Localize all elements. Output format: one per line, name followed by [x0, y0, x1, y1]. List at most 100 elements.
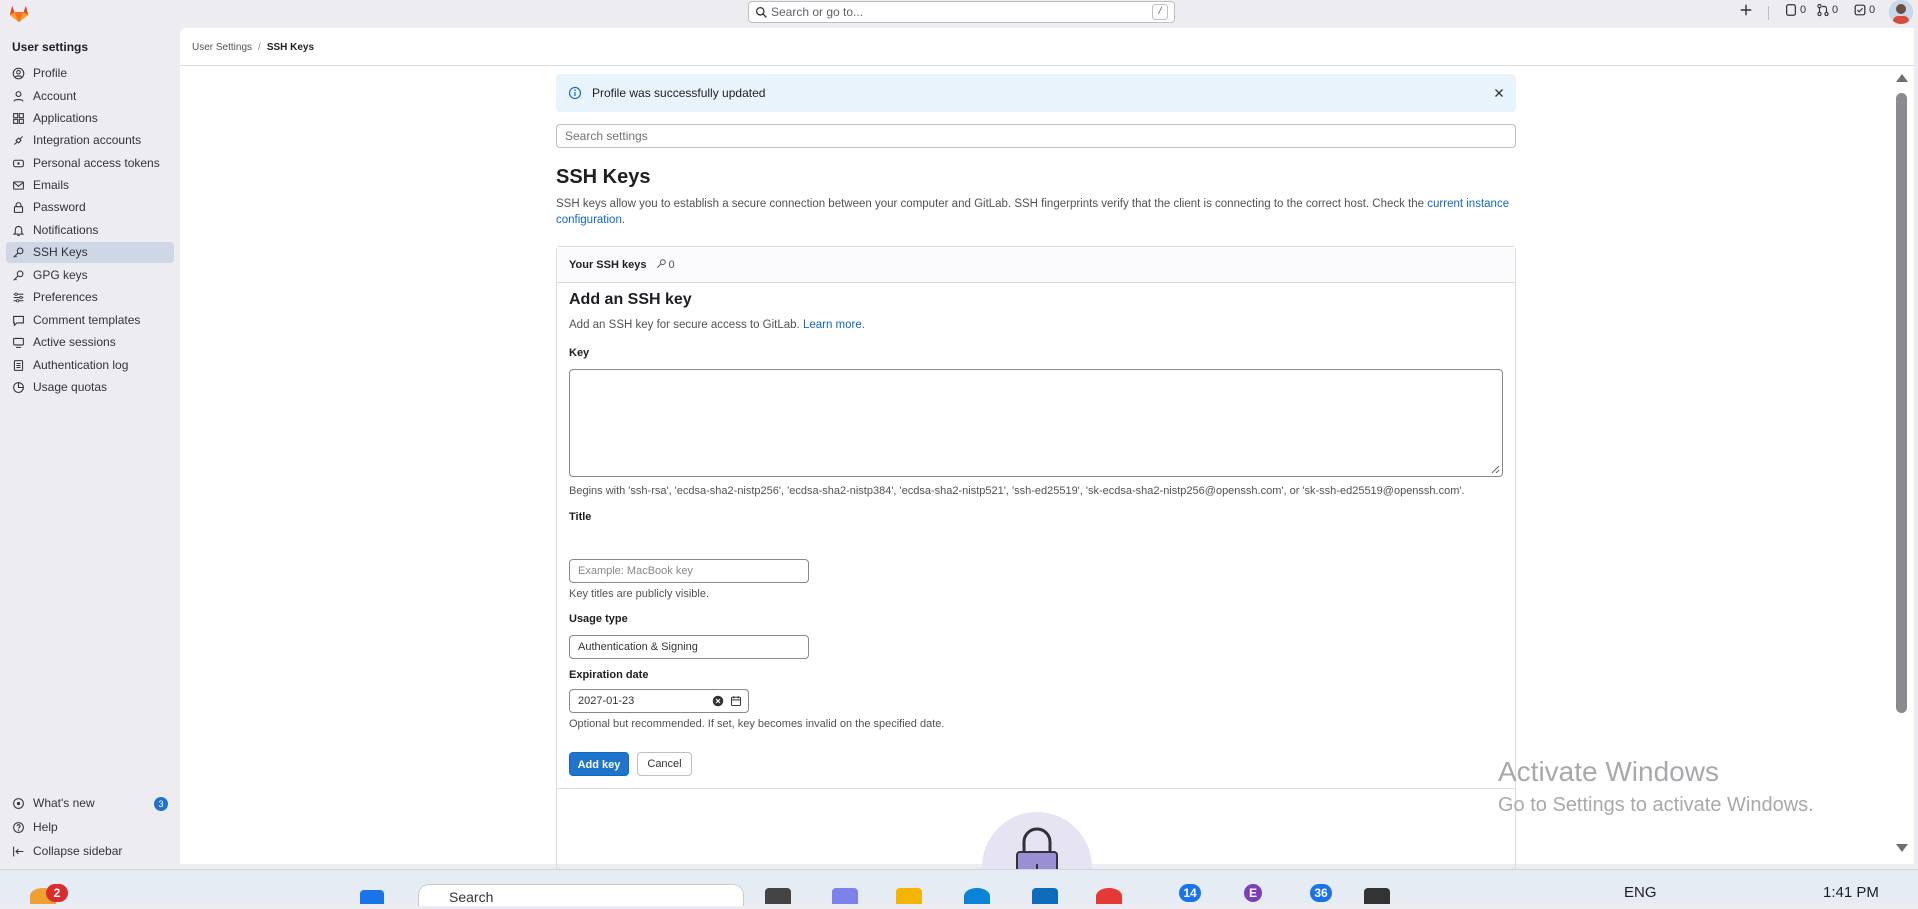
global-search-input[interactable]: Search or go to... / [748, 1, 1175, 23]
breadcrumb: User Settings / SSH Keys [192, 42, 314, 53]
ssh-keys-card: Your SSH keys 0 Add an SSH key Add an SS… [556, 246, 1516, 887]
help-icon [13, 822, 24, 833]
sidebar-item-label: Profile [33, 66, 68, 80]
info-icon [568, 86, 582, 100]
usage-type-label: Usage type [569, 613, 628, 625]
taskbar-badge-36: 36 [1310, 884, 1332, 902]
key-label: Key [569, 347, 590, 359]
collapse-icon [13, 846, 24, 857]
sidebar: User settings Profile Account Applicatio… [0, 28, 180, 864]
scrollbar-thumb[interactable] [1896, 93, 1907, 713]
usage-type-select[interactable]: Authentication & Signing [569, 635, 809, 659]
add-key-button[interactable]: Add key [569, 752, 629, 776]
page-description: SSH keys allow you to establish a secure… [556, 196, 1516, 228]
token-icon [13, 159, 24, 168]
gitlab-logo-icon[interactable] [8, 2, 30, 24]
sidebar-item-usage-quotas[interactable]: Usage quotas [6, 377, 174, 398]
scroll-up-arrow[interactable] [1896, 74, 1908, 82]
merge-request-icon [1817, 3, 1829, 17]
quota-icon [13, 382, 24, 393]
app-icon-1[interactable] [765, 888, 791, 904]
windows-start-icon[interactable] [360, 890, 384, 904]
user-avatar[interactable] [1889, 0, 1913, 24]
sidebar-item-label: Preferences [33, 290, 98, 304]
title-label: Title [569, 511, 592, 523]
sidebar-item-gpg-keys[interactable]: GPG keys [6, 265, 174, 286]
resize-grip-icon[interactable] [1491, 465, 1500, 474]
expiration-date-input[interactable]: 2027-01-23 [569, 689, 749, 713]
sidebar-item-label: Integration accounts [33, 133, 142, 147]
avatar-image-icon [1889, 0, 1913, 24]
expiration-date-value: 2027-01-23 [578, 695, 635, 707]
sidebar-item-preferences[interactable]: Preferences [6, 287, 174, 308]
key-icon [13, 247, 24, 258]
watermark-line1: Activate Windows [1498, 756, 1719, 787]
issues-button[interactable]: 0 [1784, 3, 1806, 17]
alert-message: Profile was successfully updated [592, 86, 766, 100]
watermark-line2: Go to Settings to activate Windows. [1498, 794, 1814, 816]
calendar-icon[interactable] [730, 695, 742, 707]
profile-icon [12, 67, 25, 80]
success-alert: Profile was successfully updated [556, 74, 1516, 112]
comment-icon [13, 315, 24, 327]
issues-count: 0 [1800, 4, 1807, 16]
sidebar-item-notifications[interactable]: Notifications [6, 220, 174, 241]
app-icon-terminal[interactable] [1364, 888, 1390, 904]
teams-icon[interactable] [832, 888, 858, 904]
breadcrumb-user-settings[interactable]: User Settings [192, 42, 252, 53]
sidebar-item-label: Comment templates [33, 313, 141, 327]
bell-icon [12, 225, 25, 236]
sidebar-item-profile[interactable]: Profile [6, 63, 174, 84]
whats-new-icon [13, 798, 24, 809]
title-input[interactable]: Example: MacBook key [569, 559, 809, 583]
store-icon[interactable] [1032, 888, 1058, 904]
todos-count: 0 [1869, 4, 1876, 16]
sidebar-item-integration-accounts[interactable]: Integration accounts [6, 130, 174, 151]
sidebar-item-personal-access-tokens[interactable]: Personal access tokens [6, 153, 174, 174]
edge-icon[interactable] [964, 888, 990, 904]
page-description-end: . [621, 214, 626, 226]
log-icon [13, 360, 24, 371]
language-indicator[interactable]: ENG [1624, 884, 1657, 901]
breadcrumb-current[interactable]: SSH Keys [267, 42, 314, 53]
sidebar-title: User settings [12, 40, 89, 54]
scroll-down-arrow[interactable] [1896, 844, 1908, 852]
chrome-icon[interactable] [1096, 888, 1122, 904]
sidebar-item-label: GPG keys [33, 268, 88, 282]
sidebar-item-ssh-keys[interactable]: SSH Keys [6, 242, 174, 263]
sidebar-item-label: Account [33, 89, 77, 103]
sidebar-item-label: SSH Keys [33, 245, 88, 259]
sidebar-item-label: Active sessions [33, 335, 116, 349]
issues-icon [1786, 4, 1796, 16]
windows-activation-watermark: Activate Windows Go to Settings to activ… [1498, 756, 1814, 817]
todos-button[interactable]: 0 [1853, 3, 1875, 17]
file-explorer-icon[interactable] [896, 888, 922, 904]
sidebar-item-account[interactable]: Account [6, 86, 174, 107]
sidebar-item-applications[interactable]: Applications [6, 108, 174, 129]
page-title: SSH Keys [556, 166, 651, 188]
clock-time[interactable]: 1:41 PM [1823, 884, 1879, 901]
sidebar-item-comment-templates[interactable]: Comment templates [6, 310, 174, 331]
create-new-button[interactable] [1739, 3, 1753, 17]
sidebar-item-password[interactable]: Password [6, 197, 174, 218]
settings-search-input[interactable]: Search settings [556, 124, 1516, 148]
key-icon [656, 259, 666, 268]
collapse-sidebar-button[interactable]: Collapse sidebar [6, 841, 174, 862]
whats-new-button[interactable]: What's new 3 [6, 793, 174, 814]
windows-taskbar: 2 Search 14 E 36 ENG 1:41 PM [0, 869, 1918, 906]
key-count: 0 [656, 259, 675, 271]
learn-more-link[interactable]: Learn more. [803, 319, 865, 331]
clear-date-icon[interactable] [712, 695, 724, 707]
top-bar: Search or go to... / 0 0 0 [0, 0, 1918, 28]
key-textarea[interactable] [569, 369, 1503, 477]
add-key-subtitle-text: Add an SSH key for secure access to GitL… [569, 319, 803, 331]
expiration-help-text: Optional but recommended. If set, key be… [569, 718, 945, 730]
help-button[interactable]: Help [6, 817, 174, 838]
monitor-icon [13, 337, 24, 348]
sidebar-item-authentication-log[interactable]: Authentication log [6, 355, 174, 376]
merge-requests-button[interactable]: 0 [1816, 3, 1838, 17]
cancel-button[interactable]: Cancel [637, 752, 692, 776]
sidebar-item-active-sessions[interactable]: Active sessions [6, 332, 174, 353]
close-icon[interactable] [1492, 86, 1506, 100]
sidebar-item-emails[interactable]: Emails [6, 175, 174, 196]
